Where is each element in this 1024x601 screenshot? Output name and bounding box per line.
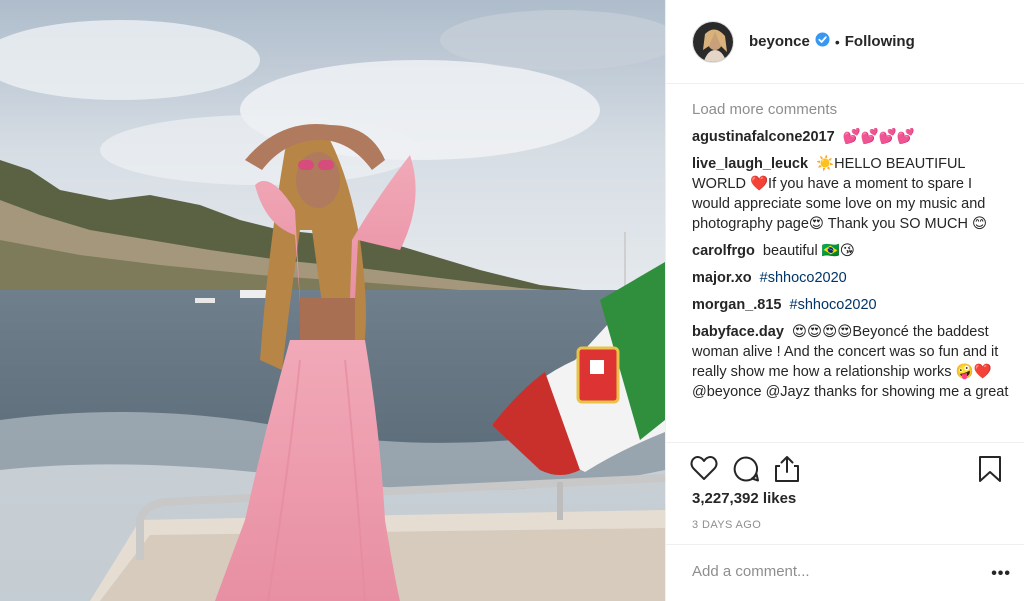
comment-item: babyface.day 😍😍😍😍Beyoncé the baddest wom… (692, 322, 1010, 402)
avatar-image (693, 21, 733, 62)
post-timestamp[interactable]: 3 DAYS AGO (692, 519, 761, 531)
load-more-comments-link[interactable]: Load more comments (692, 100, 1010, 120)
bookmark-icon[interactable] (978, 455, 1002, 488)
comment-item: carolfrgo beautiful 🇧🇷😘 (692, 241, 1010, 261)
post-actions (666, 442, 1024, 492)
post-sidebar: beyonce • Following Load more comments a… (665, 0, 1024, 601)
comment-item: morgan_.815 #shhoco2020 (692, 295, 1010, 315)
instagram-post: beyonce • Following Load more comments a… (0, 0, 1024, 601)
comment-icon[interactable] (732, 455, 760, 488)
comment-hashtag[interactable]: #shhoco2020 (790, 297, 877, 313)
comment-text: 💕💕💕💕 (842, 129, 915, 145)
post-image (0, 0, 665, 601)
post-photo[interactable] (0, 0, 665, 601)
comment-username[interactable]: babyface.day (692, 324, 784, 340)
comment-item: live_laugh_leuck ☀️HELLO BEAUTIFUL WORLD… (692, 154, 1010, 234)
post-header: beyonce • Following (666, 0, 1024, 84)
comment-item: major.xo #shhoco2020 (692, 268, 1010, 288)
comment-item: agustinafalcone2017 💕💕💕💕 (692, 127, 1010, 147)
comment-input[interactable] (692, 563, 972, 580)
comment-hashtag[interactable]: #shhoco2020 (760, 270, 847, 286)
header-separator: • (834, 33, 840, 50)
comment-username[interactable]: morgan_.815 (692, 297, 781, 313)
following-button[interactable]: Following (845, 33, 915, 50)
post-username[interactable]: beyonce (749, 33, 810, 50)
comments-list[interactable]: Load more comments agustinafalcone2017 💕… (692, 100, 1010, 442)
more-options-button[interactable]: ••• (991, 565, 1011, 583)
share-icon[interactable] (774, 455, 800, 488)
comment-username[interactable]: live_laugh_leuck (692, 156, 808, 172)
add-comment-bar: ••• (666, 544, 1024, 601)
comment-text: beautiful 🇧🇷😘 (762, 243, 855, 259)
likes-count[interactable]: 3,227,392 likes (692, 490, 796, 507)
comment-username[interactable]: major.xo (692, 270, 752, 286)
heart-icon[interactable] (690, 455, 718, 486)
verified-badge-icon (815, 32, 830, 52)
avatar[interactable] (692, 20, 734, 63)
comment-username[interactable]: carolfrgo (692, 243, 755, 259)
comment-username[interactable]: agustinafalcone2017 (692, 129, 835, 145)
